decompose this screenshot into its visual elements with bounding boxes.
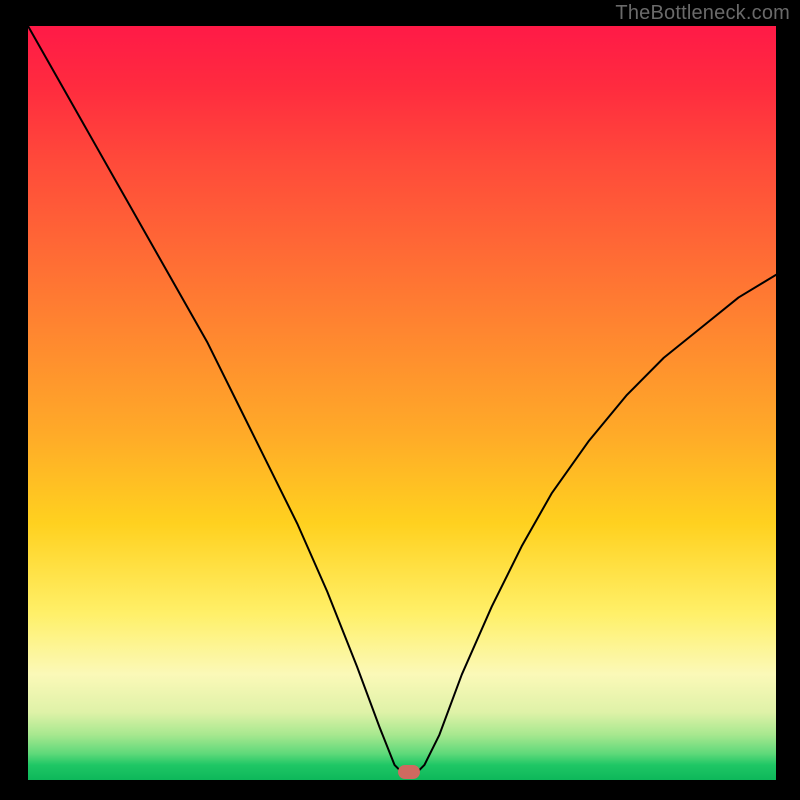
- chart-stage: TheBottleneck.com: [0, 0, 800, 800]
- watermark-text: TheBottleneck.com: [615, 2, 790, 25]
- bottleneck-curve-svg: [28, 26, 776, 780]
- bottleneck-marker: [398, 765, 420, 779]
- bottleneck-curve: [28, 26, 776, 772]
